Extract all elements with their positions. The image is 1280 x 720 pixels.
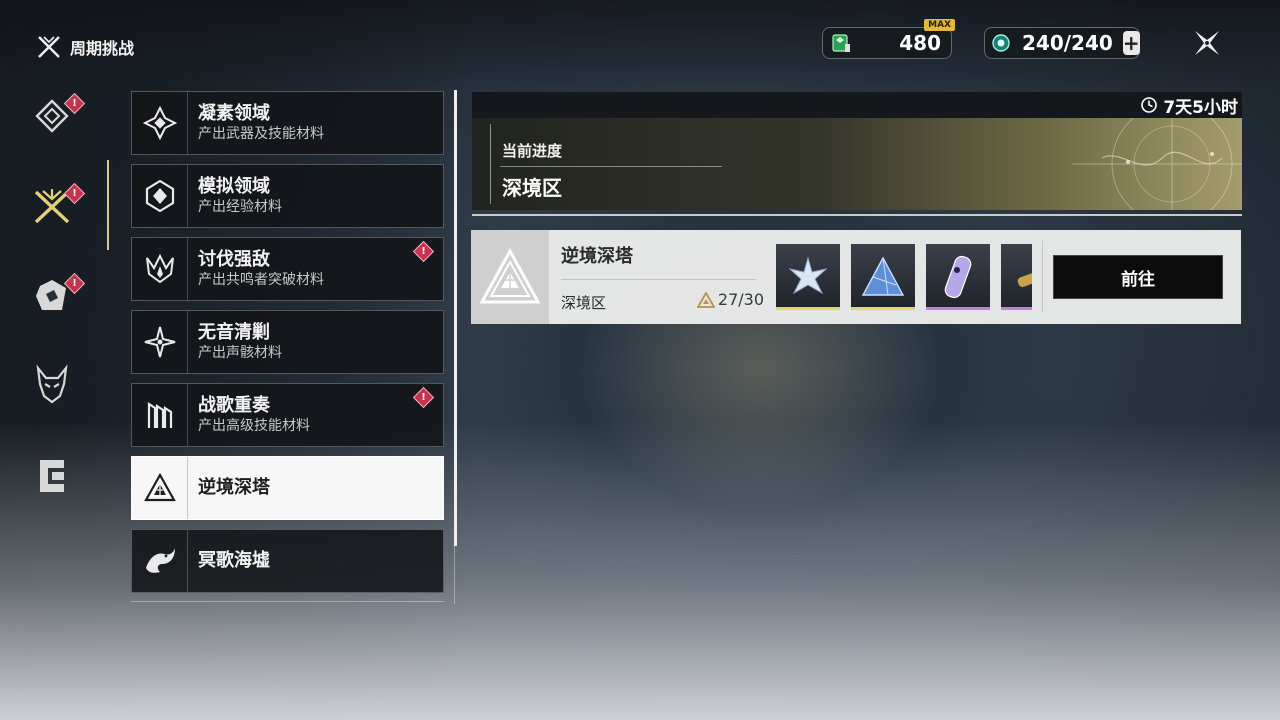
gold-rod-icon — [1017, 268, 1032, 287]
category-item-wu-yin[interactable]: 无音清剿 产出声骸材料 — [131, 310, 444, 374]
capsule-device-icon — [944, 255, 972, 299]
reward-item[interactable] — [1001, 244, 1032, 310]
category-subtitle: 产出共鸣者突破材料 — [198, 272, 324, 288]
star-crystal-icon — [788, 256, 828, 295]
stamina-crystal-icon — [828, 30, 854, 56]
category-name: 战歌重奏 — [198, 395, 270, 416]
stamina-value: 480 — [899, 31, 941, 55]
sea-serpent-icon — [132, 530, 188, 592]
reward-item[interactable] — [926, 244, 990, 310]
ornate-cross-icon — [132, 92, 188, 154]
hex-diamond-icon — [132, 165, 188, 227]
category-item-mo-ni[interactable]: 模拟领域 产出经验材料 — [131, 164, 444, 228]
crossed-swords-icon — [38, 36, 60, 58]
rail-item-shield-emblem[interactable]: ! — [28, 272, 86, 320]
triangle-tower-icon — [479, 248, 541, 304]
rail-item-bracket-gate[interactable] — [28, 452, 76, 500]
category-item-tao-fa[interactable]: 讨伐强敌 产出共鸣者突破材料 ! — [131, 237, 444, 301]
add-energy-button[interactable]: + — [1122, 31, 1140, 55]
rail-item-crossed-swords[interactable]: ! — [28, 182, 86, 230]
reset-timer: 7天5小时 — [472, 92, 1242, 118]
alert-badge: ! — [412, 240, 435, 263]
category-item-ming-ge[interactable]: 冥歌海墟 — [131, 529, 444, 593]
blue-shard-icon — [861, 256, 905, 296]
rail-item-demon-mask[interactable] — [28, 360, 76, 408]
rail-active-indicator — [107, 160, 109, 250]
page-title: 周期挑战 — [70, 39, 135, 58]
horned-flame-icon — [132, 238, 188, 300]
energy-counter[interactable]: 240/240 + — [984, 27, 1140, 59]
stars-count: 27/30 — [717, 290, 764, 309]
category-name: 凝素领域 — [198, 103, 270, 124]
rune-glyph-icon — [132, 384, 188, 446]
alert-badge: ! — [412, 386, 435, 409]
close-button[interactable] — [1188, 24, 1226, 62]
category-name: 逆境深塔 — [198, 477, 270, 498]
tower-card[interactable]: 逆境深塔 深境区 27/30 前往 — [471, 230, 1241, 324]
progress-value: 深境区 — [502, 176, 562, 200]
triangle-tower-icon — [132, 457, 188, 519]
energy-orb-icon — [990, 30, 1012, 56]
list-scrollbar-thumb[interactable] — [454, 90, 457, 546]
tower-emblem — [471, 230, 549, 324]
category-subtitle: 产出高级技能材料 — [198, 418, 310, 434]
category-item-zhan-ge[interactable]: 战歌重奏 产出高级技能材料 ! — [131, 383, 444, 447]
reward-item[interactable] — [776, 244, 840, 310]
demon-mask-icon — [36, 364, 68, 404]
banner-divider — [472, 214, 1242, 216]
close-icon — [1195, 31, 1219, 55]
triangle-star-icon — [696, 291, 715, 308]
progress-label: 当前进度 — [502, 142, 563, 160]
timer-text: 7天5小时 — [1163, 97, 1238, 118]
reward-list — [776, 244, 1032, 310]
clock-icon — [1141, 97, 1158, 113]
category-subtitle: 产出声骸材料 — [198, 345, 282, 361]
page-header: 周期挑战 — [36, 34, 134, 60]
category-name: 无音清剿 — [198, 322, 270, 343]
list-scrollbar-track[interactable] — [454, 546, 455, 604]
stamina-counter[interactable]: 480 MAX — [822, 19, 955, 59]
list-divider — [131, 601, 444, 602]
category-name: 冥歌海墟 — [198, 550, 270, 571]
category-name: 讨伐强敌 — [198, 249, 270, 270]
constellation-decoration — [1072, 118, 1242, 210]
rail-item-diamond-crest[interactable]: ! — [28, 92, 86, 140]
progress-banner: 当前进度 深境区 — [472, 118, 1242, 210]
tower-stars: 27/30 — [696, 290, 764, 309]
category-subtitle: 产出武器及技能材料 — [198, 126, 324, 142]
tower-name: 逆境深塔 — [561, 246, 633, 267]
category-item-ni-jing[interactable]: 逆境深塔 — [131, 456, 444, 520]
category-item-ning-su[interactable]: 凝素领域 产出武器及技能材料 — [131, 91, 444, 155]
sparkle-star-icon — [132, 311, 188, 373]
category-subtitle: 产出经验材料 — [198, 199, 282, 215]
energy-value: 240/240 — [1022, 31, 1113, 55]
bracket-gate-icon — [40, 460, 64, 492]
go-button[interactable]: 前往 — [1053, 255, 1223, 299]
max-badge: MAX — [924, 19, 955, 31]
tower-zone: 深境区 — [561, 294, 607, 312]
reward-item[interactable] — [851, 244, 915, 310]
category-name: 模拟领域 — [198, 176, 270, 197]
